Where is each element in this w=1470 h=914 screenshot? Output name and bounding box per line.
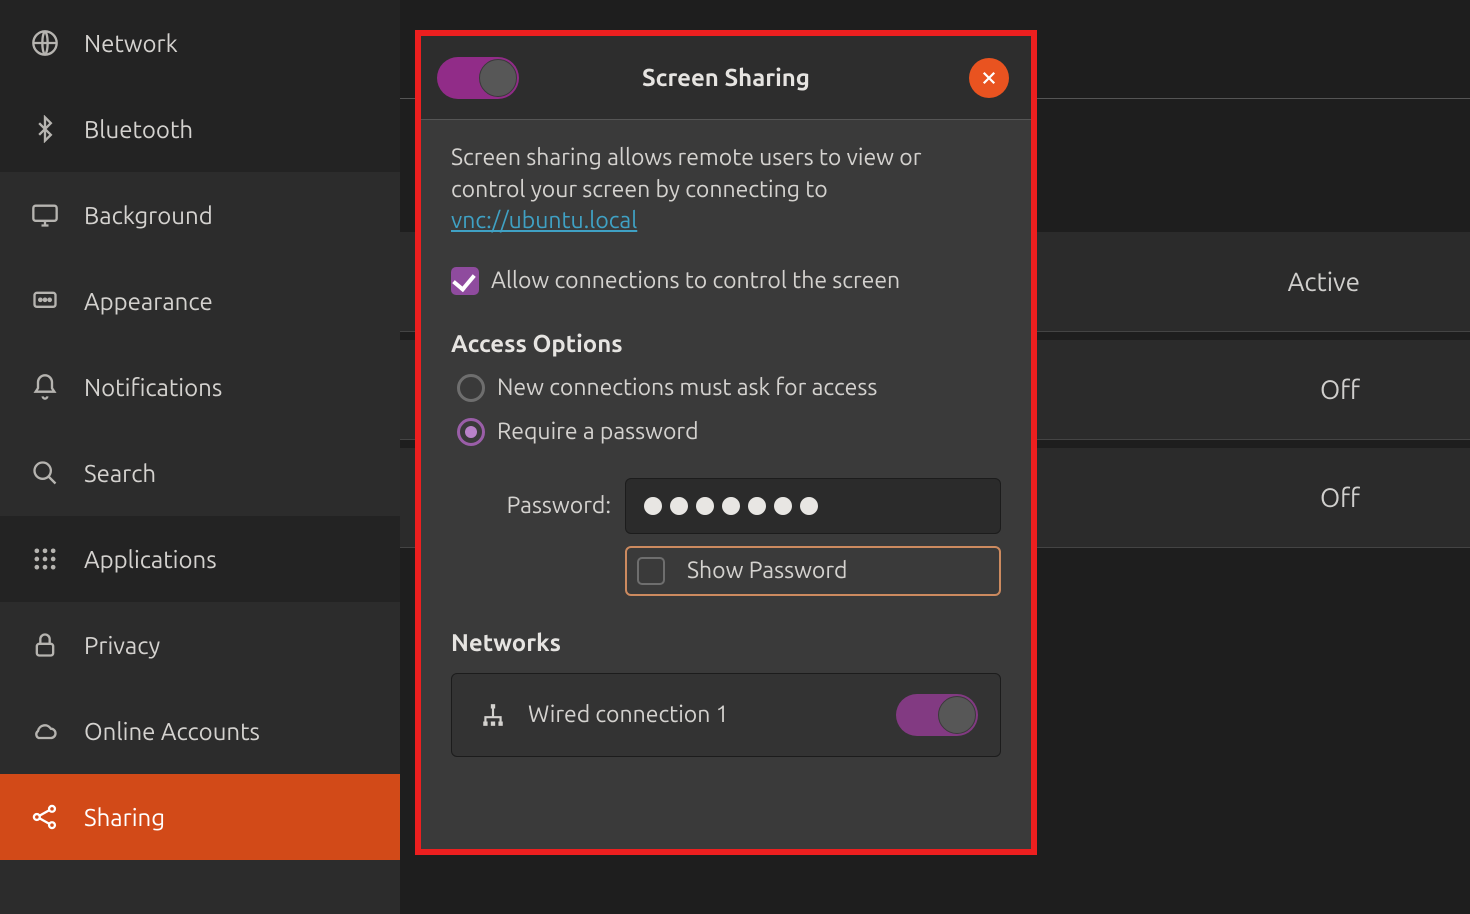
allow-control-label: Allow connections to control the screen: [491, 265, 900, 297]
row-status: Active: [1288, 267, 1360, 296]
access-options-heading: Access Options: [451, 327, 1001, 360]
bluetooth-icon: [30, 114, 60, 144]
radio-ask-label: New connections must ask for access: [497, 372, 877, 404]
sidebar-item-label: Appearance: [84, 288, 213, 315]
sidebar-item-label: Privacy: [84, 632, 160, 659]
sidebar-item-label: Search: [84, 460, 156, 487]
sidebar-item-search[interactable]: Search: [0, 430, 400, 516]
row-status: Off: [1320, 375, 1360, 404]
dialog-header: Screen Sharing: [421, 36, 1031, 120]
sidebar-item-label: Bluetooth: [84, 116, 193, 143]
sidebar-item-background[interactable]: Background: [0, 172, 400, 258]
screen-sharing-master-toggle[interactable]: [437, 57, 519, 99]
password-input[interactable]: [625, 478, 1001, 534]
sidebar-item-notifications[interactable]: Notifications: [0, 344, 400, 430]
networks-list: Wired connection 1: [451, 673, 1001, 757]
row-status: Off: [1320, 483, 1360, 512]
network-name: Wired connection 1: [528, 699, 729, 731]
radio-ask-indicator[interactable]: [457, 374, 485, 402]
allow-control-row[interactable]: Allow connections to control the screen: [451, 265, 1001, 297]
globe-icon: [30, 28, 60, 58]
password-mask-dots: [644, 497, 818, 515]
show-password-checkbox[interactable]: [637, 557, 665, 585]
sidebar-item-label: Network: [84, 30, 178, 57]
network-toggle[interactable]: [896, 694, 978, 736]
sidebar-item-label: Applications: [84, 546, 217, 573]
sidebar-item-label: Background: [84, 202, 213, 229]
show-password-row[interactable]: Show Password: [625, 546, 1001, 596]
sidebar-item-bluetooth[interactable]: Bluetooth: [0, 86, 400, 172]
sidebar-item-label: Online Accounts: [84, 718, 260, 745]
share-icon: [30, 802, 60, 832]
sidebar-item-applications[interactable]: Applications: [0, 516, 400, 602]
lock-icon: [30, 630, 60, 660]
close-button[interactable]: [969, 58, 1009, 98]
bell-icon: [30, 372, 60, 402]
cloud-icon: [30, 716, 60, 746]
radio-ask-access[interactable]: New connections must ask for access: [457, 372, 1001, 404]
appearance-icon: [30, 286, 60, 316]
vnc-link[interactable]: vnc://ubuntu.local: [451, 208, 637, 233]
networks-heading: Networks: [451, 626, 1001, 659]
sidebar-item-label: Sharing: [84, 804, 165, 831]
grid-icon: [30, 544, 60, 574]
dialog-title: Screen Sharing: [642, 64, 810, 91]
settings-sidebar: Network Bluetooth Background Appearance …: [0, 0, 400, 914]
password-label: Password:: [471, 490, 611, 522]
sidebar-item-sharing[interactable]: Sharing: [0, 774, 400, 860]
display-icon: [30, 200, 60, 230]
sidebar-item-privacy[interactable]: Privacy: [0, 602, 400, 688]
network-row: Wired connection 1: [452, 674, 1000, 756]
wired-icon: [480, 702, 506, 728]
screen-sharing-dialog: Screen Sharing Screen sharing allows rem…: [421, 36, 1031, 849]
sidebar-item-online-accounts[interactable]: Online Accounts: [0, 688, 400, 774]
radio-password-indicator[interactable]: [457, 418, 485, 446]
radio-password-label: Require a password: [497, 416, 699, 448]
dialog-description: Screen sharing allows remote users to vi…: [451, 142, 1001, 237]
search-icon: [30, 458, 60, 488]
allow-control-checkbox[interactable]: [451, 267, 479, 295]
show-password-label: Show Password: [687, 555, 848, 587]
sidebar-item-label: Notifications: [84, 374, 222, 401]
radio-require-password[interactable]: Require a password: [457, 416, 1001, 448]
sidebar-item-network[interactable]: Network: [0, 0, 400, 86]
sidebar-item-appearance[interactable]: Appearance: [0, 258, 400, 344]
